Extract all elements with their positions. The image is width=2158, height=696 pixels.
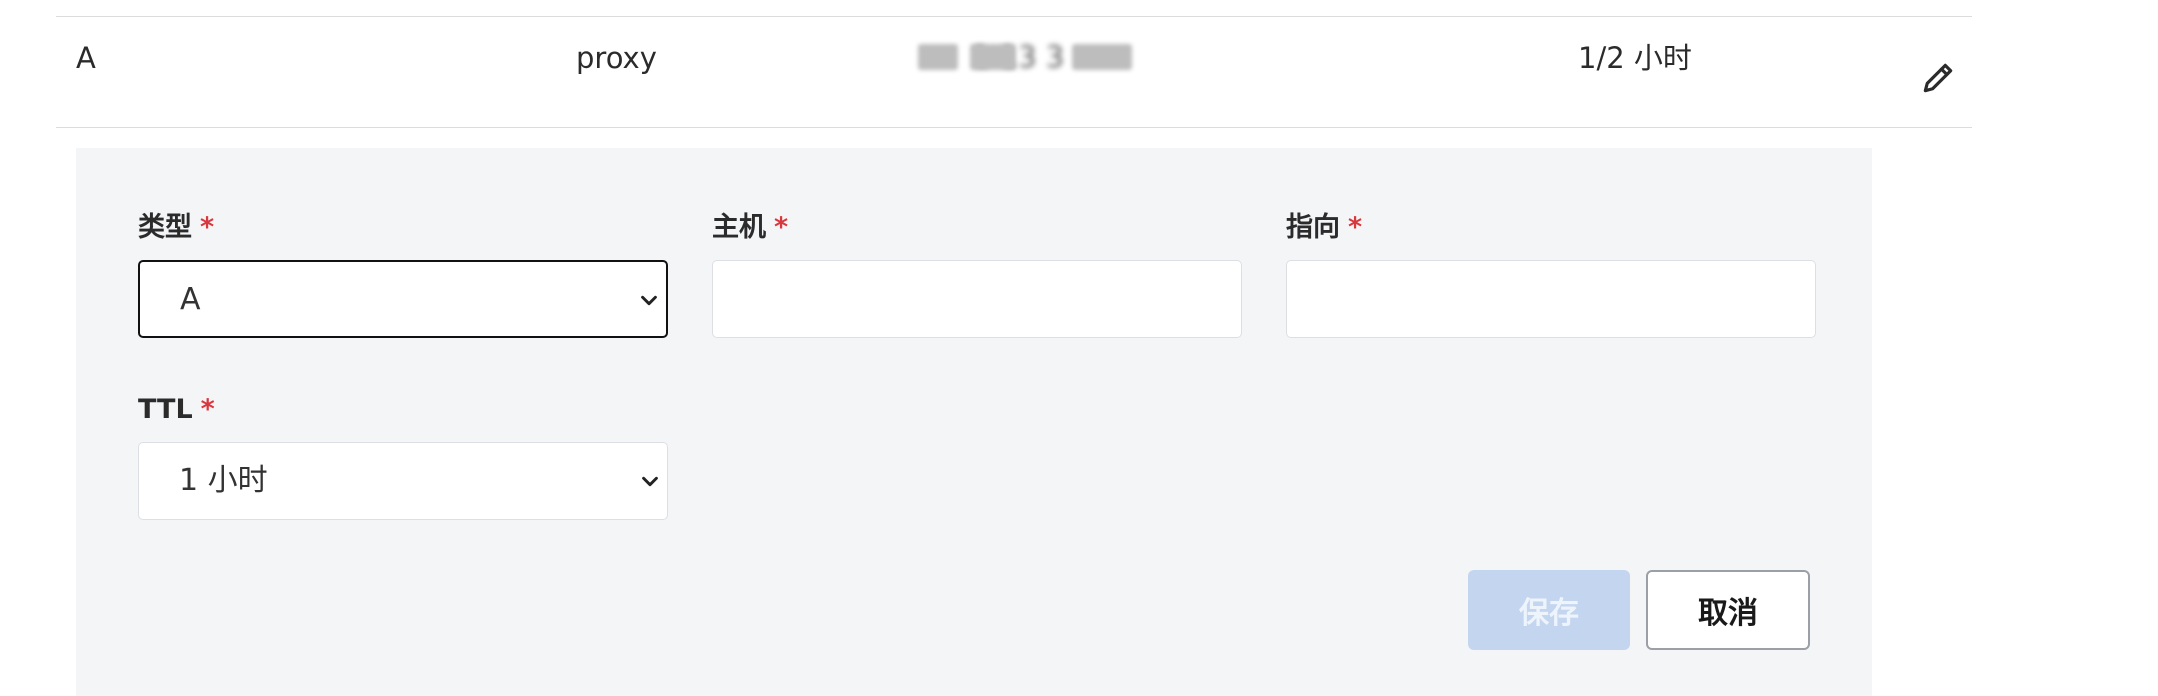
cancel-button[interactable]: 取消 bbox=[1646, 570, 1810, 650]
ttl-select[interactable]: 1 小时 bbox=[138, 442, 668, 520]
chevron-down-icon bbox=[641, 295, 657, 306]
table-divider-bottom bbox=[56, 127, 1972, 128]
edit-record-button[interactable] bbox=[1916, 56, 1960, 100]
ttl-field-label: TTL * bbox=[138, 394, 215, 425]
table-divider-top bbox=[56, 16, 1972, 17]
save-button[interactable]: 保存 bbox=[1468, 570, 1630, 650]
record-ttl-cell: 1/2 小时 bbox=[1578, 41, 1692, 75]
host-input[interactable] bbox=[712, 260, 1242, 338]
type-select-value: A bbox=[180, 282, 201, 317]
required-asterisk: * bbox=[200, 394, 215, 425]
record-type-cell: A bbox=[76, 41, 96, 75]
record-value-cell-redacted: 1 13 3 bbox=[912, 40, 1152, 74]
type-field-label: 类型 * bbox=[138, 212, 215, 243]
chevron-down-icon bbox=[642, 476, 658, 487]
pencil-icon bbox=[1923, 63, 1953, 93]
required-asterisk: * bbox=[774, 212, 789, 243]
type-select[interactable]: A bbox=[138, 260, 668, 338]
host-field-label: 主机 * bbox=[712, 212, 789, 243]
target-field-label: 指向 * bbox=[1286, 212, 1363, 243]
required-asterisk: * bbox=[200, 212, 215, 243]
required-asterisk: * bbox=[1348, 212, 1363, 243]
record-host-cell: proxy bbox=[576, 41, 657, 75]
target-input[interactable] bbox=[1286, 260, 1816, 338]
ttl-select-value: 1 小时 bbox=[179, 463, 268, 498]
